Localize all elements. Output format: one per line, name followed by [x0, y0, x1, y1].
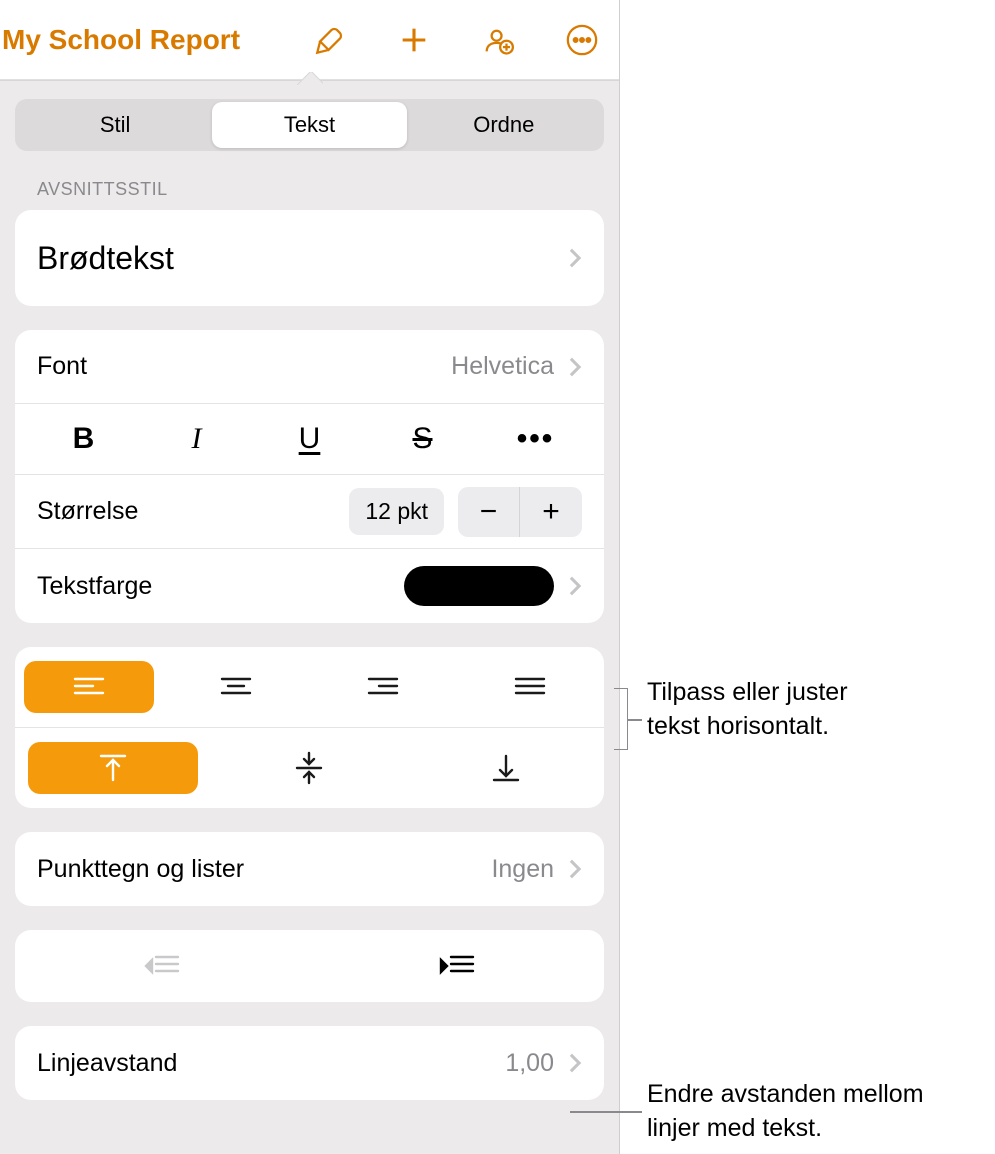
- indent-row: [15, 930, 604, 1002]
- popover-arrow: [297, 72, 323, 85]
- font-style-row: B I U S •••: [15, 404, 604, 475]
- align-right-button[interactable]: [310, 661, 457, 713]
- callout-horizontal-align: Tilpass eller juster tekst horisontalt.: [647, 676, 848, 744]
- underline-button[interactable]: U: [270, 422, 350, 456]
- tab-text[interactable]: Tekst: [212, 102, 406, 148]
- vertical-align-row: [15, 728, 604, 808]
- text-color-swatch[interactable]: [404, 566, 554, 606]
- callout-line-spacing: Endre avstanden mellom linjer med tekst.: [647, 1078, 924, 1146]
- align-left-button[interactable]: [15, 661, 162, 713]
- align-justify-button[interactable]: [457, 661, 604, 713]
- bullets-lists-row[interactable]: Punkttegn og lister Ingen: [15, 832, 604, 906]
- text-color-label: Tekstfarge: [37, 572, 152, 601]
- line-spacing-row[interactable]: Linjeavstand 1,00: [15, 1026, 604, 1100]
- add-icon[interactable]: [397, 23, 431, 57]
- increase-indent-button[interactable]: [310, 952, 605, 980]
- more-icon[interactable]: [565, 23, 599, 57]
- decrease-indent-button[interactable]: [15, 952, 310, 980]
- horizontal-align-row: [15, 647, 604, 728]
- bullets-value: Ingen: [491, 855, 554, 884]
- tab-arrange[interactable]: Ordne: [407, 102, 601, 148]
- size-row: Størrelse 12 pkt − +: [15, 475, 604, 549]
- text-color-row[interactable]: Tekstfarge: [15, 549, 604, 623]
- paragraph-style-value: Brødtekst: [37, 240, 174, 277]
- chevron-right-icon: [568, 858, 582, 880]
- callout-leader: [570, 1111, 642, 1113]
- size-decrease-button[interactable]: −: [458, 487, 520, 537]
- tab-style[interactable]: Stil: [18, 102, 212, 148]
- font-row[interactable]: Font Helvetica: [15, 330, 604, 404]
- chevron-right-icon: [568, 356, 582, 378]
- chevron-right-icon: [568, 247, 582, 269]
- collaborate-icon[interactable]: [481, 23, 515, 57]
- line-spacing-label: Linjeavstand: [37, 1049, 177, 1078]
- format-panel: Stil Tekst Ordne AVSNITTSSTIL Brødtekst …: [0, 80, 619, 1154]
- font-value: Helvetica: [451, 352, 554, 381]
- strikethrough-button[interactable]: S: [383, 422, 463, 456]
- bold-button[interactable]: B: [44, 422, 124, 456]
- document-title[interactable]: My School Report: [2, 24, 313, 56]
- format-tabs: Stil Tekst Ordne: [15, 99, 604, 151]
- callout-leader: [628, 719, 642, 721]
- chevron-right-icon: [568, 1052, 582, 1074]
- paragraph-style-row[interactable]: Brødtekst: [15, 210, 604, 306]
- size-increase-button[interactable]: +: [520, 487, 582, 537]
- size-label: Størrelse: [37, 497, 138, 526]
- more-text-options-button[interactable]: •••: [496, 422, 576, 456]
- bullets-label: Punkttegn og lister: [37, 855, 244, 884]
- font-label: Font: [37, 352, 87, 381]
- toolbar: My School Report: [0, 0, 619, 80]
- line-spacing-value: 1,00: [505, 1049, 554, 1078]
- align-center-button[interactable]: [162, 661, 309, 713]
- paragraph-style-heading: AVSNITTSSTIL: [37, 179, 604, 200]
- callout-bracket: [614, 688, 628, 750]
- format-brush-icon[interactable]: [313, 23, 347, 57]
- size-value[interactable]: 12 pkt: [349, 488, 444, 535]
- align-middle-button[interactable]: [211, 742, 407, 794]
- align-top-button[interactable]: [15, 742, 211, 794]
- align-bottom-button[interactable]: [408, 742, 604, 794]
- italic-button[interactable]: I: [157, 422, 237, 456]
- chevron-right-icon: [568, 575, 582, 597]
- size-stepper: − +: [458, 487, 582, 537]
